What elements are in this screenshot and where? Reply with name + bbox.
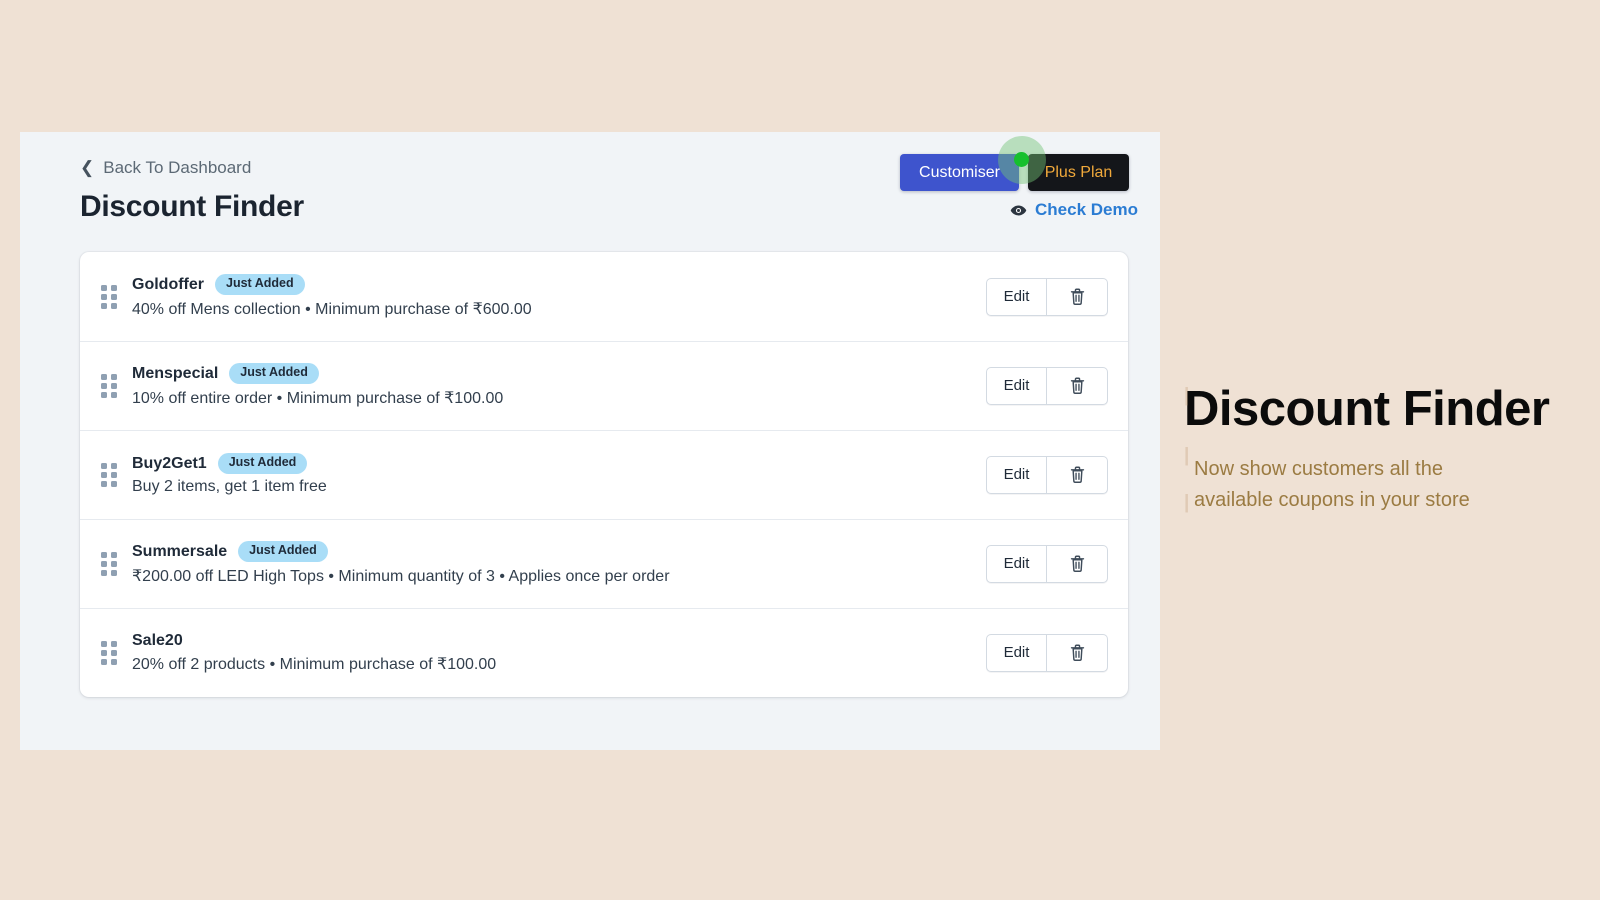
discount-row-actions: Edit	[986, 633, 1108, 672]
delete-button[interactable]	[1047, 366, 1108, 405]
discount-description: ₹200.00 off LED High Tops • Minimum quan…	[132, 567, 670, 585]
trash-icon	[1069, 643, 1086, 662]
discount-row-title-line: Summersale Just Added	[132, 541, 966, 562]
trash-icon	[1069, 554, 1086, 573]
discount-title: Sale20	[132, 631, 183, 649]
drag-handle-icon[interactable]	[98, 282, 120, 312]
check-demo-label: Check Demo	[1035, 200, 1138, 219]
promo-ghost-mark: |	[1184, 492, 1192, 513]
delete-button[interactable]	[1047, 455, 1108, 494]
promo-panel: | | | Discount Finder Now show customers…	[1160, 0, 1600, 900]
trash-icon	[1069, 287, 1086, 306]
discount-row-content: Sale20 20% off 2 products • Minimum purch…	[132, 632, 966, 674]
discount-row-title-line: Menspecial Just Added	[132, 363, 966, 384]
discount-row-content: Buy2Get1 Just Added Buy 2 items, get 1 ite…	[132, 453, 966, 496]
edit-button[interactable]: Edit	[986, 366, 1047, 405]
discount-row-actions: Edit	[986, 544, 1108, 583]
back-to-dashboard-label: Back To Dashboard	[103, 158, 252, 177]
customiser-button[interactable]: Customiser	[900, 154, 1019, 191]
delete-button[interactable]	[1047, 633, 1108, 672]
discount-row: Summersale Just Added ₹200.00 off LED High…	[80, 519, 1128, 608]
delete-button[interactable]	[1047, 277, 1108, 316]
check-demo-link[interactable]: Check Demo	[1010, 200, 1138, 220]
discount-row-content: Summersale Just Added ₹200.00 off LED High…	[132, 541, 966, 586]
discount-row-actions: Edit	[986, 455, 1108, 494]
discount-description: 40% off Mens collection • Minimum purcha…	[132, 300, 532, 318]
discount-description: 20% off 2 products • Minimum purchase of…	[132, 655, 497, 673]
delete-button[interactable]	[1047, 544, 1108, 583]
eye-icon	[1010, 202, 1027, 219]
discount-list-card: Goldoffer Just Added 40% off Mens collecti…	[80, 252, 1128, 697]
discount-title: Buy2Get1	[132, 454, 207, 472]
drag-handle-icon[interactable]	[98, 638, 120, 668]
plus-plan-button[interactable]: Plus Plan	[1028, 154, 1129, 191]
discount-row: Goldoffer Just Added 40% off Mens collecti…	[80, 252, 1128, 341]
discount-row-title-line: Goldoffer Just Added	[132, 274, 966, 295]
discount-row-content: Goldoffer Just Added 40% off Mens collecti…	[132, 274, 966, 319]
page-title: Discount Finder	[80, 190, 304, 223]
drag-handle-icon[interactable]	[98, 371, 120, 401]
just-added-badge: Just Added	[238, 541, 328, 562]
discount-row-content: Menspecial Just Added 10% off entire order…	[132, 363, 966, 408]
discount-row: Sale20 20% off 2 products • Minimum purch…	[80, 608, 1128, 697]
discount-row-actions: Edit	[986, 277, 1108, 316]
just-added-badge: Just Added	[215, 274, 305, 295]
discount-title: Menspecial	[132, 364, 219, 382]
discount-title: Summersale	[132, 542, 228, 560]
edit-button[interactable]: Edit	[986, 633, 1047, 672]
discount-row-title-line: Sale20	[132, 632, 966, 650]
discount-description: Buy 2 items, get 1 item free	[132, 477, 327, 495]
trash-icon	[1069, 465, 1086, 484]
promo-title: Discount Finder	[1184, 382, 1550, 437]
edit-button[interactable]: Edit	[986, 277, 1047, 316]
discount-title: Goldoffer	[132, 275, 204, 293]
back-to-dashboard-link[interactable]: ❮ Back To Dashboard	[80, 158, 251, 178]
discount-row: Menspecial Just Added 10% off entire order…	[80, 341, 1128, 430]
chevron-left-icon: ❮	[80, 157, 95, 177]
trash-icon	[1069, 376, 1086, 395]
discount-row: Buy2Get1 Just Added Buy 2 items, get 1 ite…	[80, 430, 1128, 519]
discount-row-title-line: Buy2Get1 Just Added	[132, 453, 966, 474]
just-added-badge: Just Added	[229, 363, 319, 384]
promo-ghost-mark: |	[1184, 445, 1192, 466]
drag-handle-icon[interactable]	[98, 460, 120, 490]
discount-description: 10% off entire order • Minimum purchase …	[132, 389, 504, 407]
edit-button[interactable]: Edit	[986, 455, 1047, 494]
drag-handle-icon[interactable]	[98, 549, 120, 579]
discount-row-actions: Edit	[986, 366, 1108, 405]
just-added-badge: Just Added	[217, 453, 308, 474]
promo-subtitle: Now show customers all the available cou…	[1194, 457, 1470, 511]
edit-button[interactable]: Edit	[986, 544, 1047, 583]
app-window: ❮ Back To Dashboard Discount Finder Cust…	[20, 132, 1160, 750]
